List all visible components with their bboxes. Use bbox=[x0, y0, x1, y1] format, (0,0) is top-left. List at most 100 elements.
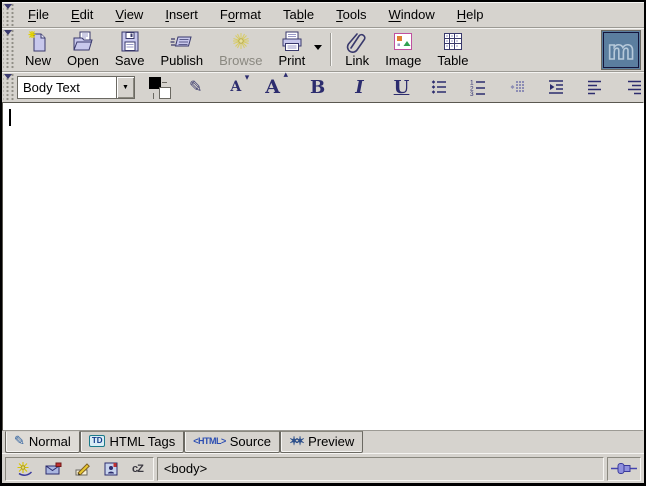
open-button-label: Open bbox=[67, 53, 99, 68]
bullet-list-button[interactable] bbox=[430, 78, 448, 96]
mozilla-logo-button[interactable]: m bbox=[601, 30, 641, 70]
menu-format[interactable]: Format bbox=[209, 2, 272, 27]
align-left-icon bbox=[586, 78, 604, 96]
svg-text:3: 3 bbox=[470, 91, 474, 96]
numbered-list-button[interactable]: 1 2 3 bbox=[469, 78, 487, 96]
tab-html-tags-label: HTML Tags bbox=[109, 434, 175, 449]
menu-insert[interactable]: Insert bbox=[154, 2, 209, 27]
browse-button: Browse bbox=[211, 30, 270, 70]
menu-file[interactable]: File bbox=[17, 2, 60, 27]
print-button-group: Print bbox=[270, 30, 325, 70]
toolbar-grippy[interactable] bbox=[3, 29, 14, 70]
menu-tools[interactable]: Tools bbox=[325, 2, 377, 27]
align-left-button[interactable] bbox=[586, 78, 604, 96]
toolbar-separator bbox=[330, 33, 332, 66]
chevron-down-icon: ▼ bbox=[122, 84, 129, 91]
table-button-label: Table bbox=[437, 53, 468, 68]
formatbar-grippy[interactable] bbox=[3, 73, 14, 101]
html-source-icon: <HTML> bbox=[193, 436, 226, 446]
link-button-label: Link bbox=[345, 53, 369, 68]
menu-window[interactable]: Window bbox=[378, 2, 446, 27]
link-icon bbox=[345, 30, 369, 53]
format-toolbar: Body Text ▼ ✎ A▾ A▴ B I U 1 2 3 bbox=[2, 72, 644, 102]
tab-preview[interactable]: ✶✶ Preview bbox=[280, 431, 363, 453]
new-button-label: New bbox=[25, 53, 51, 68]
tab-source[interactable]: <HTML> Source bbox=[184, 431, 280, 453]
print-button[interactable]: Print bbox=[270, 30, 313, 70]
menu-table[interactable]: Table bbox=[272, 2, 325, 27]
browse-sparkle-icon bbox=[229, 30, 253, 53]
tab-preview-label: Preview bbox=[308, 434, 354, 449]
save-button[interactable]: Save bbox=[107, 30, 153, 70]
menu-view[interactable]: View bbox=[104, 2, 154, 27]
print-button-label: Print bbox=[278, 53, 305, 68]
image-button-label: Image bbox=[385, 53, 421, 68]
combo-dropdown-button[interactable]: ▼ bbox=[116, 77, 134, 98]
text-color-picker[interactable] bbox=[148, 76, 172, 99]
tab-source-label: Source bbox=[230, 434, 271, 449]
bold-button[interactable]: B bbox=[310, 77, 325, 98]
tab-html-tags[interactable]: TD HTML Tags bbox=[80, 431, 184, 453]
open-button[interactable]: Open bbox=[59, 30, 107, 70]
edit-mode-tabbar: ✎ Normal TD HTML Tags <HTML> Source ✶✶ P… bbox=[2, 431, 644, 453]
increase-font-size-button[interactable]: A▴ bbox=[265, 76, 280, 98]
svg-text:m: m bbox=[607, 36, 634, 66]
chatzilla-icon[interactable]: cZ bbox=[132, 463, 143, 475]
text-caret bbox=[9, 109, 11, 126]
publish-icon bbox=[169, 30, 195, 53]
browse-button-label: Browse bbox=[219, 53, 262, 68]
menu-help[interactable]: Help bbox=[446, 2, 495, 27]
composer-icon[interactable] bbox=[74, 461, 91, 477]
mail-icon[interactable] bbox=[45, 461, 62, 477]
save-floppy-icon bbox=[118, 30, 142, 53]
component-bar: cZ bbox=[5, 457, 154, 481]
pencil-icon: ✎ bbox=[189, 79, 202, 96]
underline-button[interactable]: U bbox=[394, 77, 410, 98]
new-page-icon bbox=[26, 30, 50, 53]
save-button-label: Save bbox=[115, 53, 145, 68]
bullet-list-icon bbox=[430, 78, 448, 96]
online-plug-icon bbox=[611, 462, 637, 475]
td-tag-icon: TD bbox=[89, 435, 106, 447]
background-color-swatch[interactable] bbox=[159, 87, 171, 99]
address-book-icon[interactable] bbox=[103, 461, 120, 477]
table-icon bbox=[441, 30, 465, 53]
outdent-button[interactable] bbox=[508, 78, 526, 96]
statusbar: cZ <body> bbox=[2, 453, 644, 483]
editor-canvas[interactable] bbox=[2, 102, 644, 431]
indent-button[interactable] bbox=[547, 78, 565, 96]
preview-stars-icon: ✶✶ bbox=[289, 434, 301, 448]
link-button[interactable]: Link bbox=[337, 30, 377, 70]
tab-normal[interactable]: ✎ Normal bbox=[5, 431, 80, 453]
publish-button[interactable]: Publish bbox=[152, 30, 211, 70]
image-button[interactable]: Image bbox=[377, 30, 429, 70]
paragraph-format-value: Body Text bbox=[18, 80, 116, 95]
print-menu-arrow[interactable] bbox=[314, 45, 322, 54]
menubar-grippy[interactable] bbox=[3, 3, 14, 26]
align-right-button[interactable] bbox=[625, 78, 643, 96]
arrow-down-icon: ▾ bbox=[245, 73, 250, 83]
online-status-box[interactable] bbox=[607, 457, 641, 481]
paragraph-format-select[interactable]: Body Text ▼ bbox=[17, 76, 135, 99]
image-icon bbox=[391, 30, 415, 53]
mozilla-m-icon: m bbox=[605, 34, 637, 66]
new-button[interactable]: New bbox=[17, 30, 59, 70]
tab-normal-label: Normal bbox=[29, 434, 71, 449]
print-icon bbox=[280, 30, 304, 53]
menu-edit[interactable]: Edit bbox=[60, 2, 104, 27]
menubar: File Edit View Insert Format Table Tools… bbox=[2, 2, 644, 28]
align-right-icon bbox=[625, 78, 643, 96]
node-path-box: <body> bbox=[157, 457, 604, 481]
composer-window: File Edit View Insert Format Table Tools… bbox=[0, 0, 646, 486]
arrow-up-icon: ▴ bbox=[284, 70, 289, 80]
normal-pencil-icon: ✎ bbox=[14, 433, 25, 449]
indent-icon bbox=[547, 78, 565, 96]
italic-button[interactable]: I bbox=[355, 77, 363, 98]
table-button[interactable]: Table bbox=[429, 30, 476, 70]
decrease-font-size-button[interactable]: A▾ bbox=[230, 79, 241, 95]
navigator-icon[interactable] bbox=[16, 461, 33, 477]
highlight-color-button[interactable]: ✎ bbox=[189, 77, 202, 97]
node-path-body[interactable]: <body> bbox=[164, 461, 207, 476]
open-folder-icon bbox=[71, 30, 95, 53]
numbered-list-icon: 1 2 3 bbox=[469, 78, 487, 96]
